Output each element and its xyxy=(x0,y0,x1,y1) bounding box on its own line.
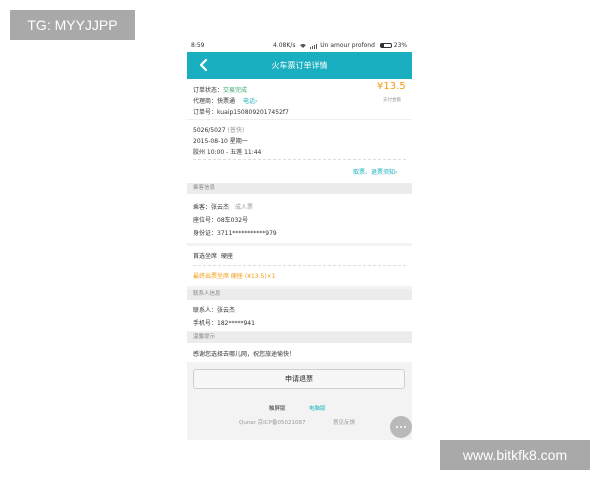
carrier-name: Un amour profond xyxy=(320,42,375,49)
icp-text: Qunar 京ICP备05021087 xyxy=(239,420,306,426)
order-status-row: 订单状态：交易完成 xyxy=(193,85,247,94)
train-row: 5026/5027 (普快) xyxy=(193,125,244,134)
touch-version-link[interactable]: 触屏版 xyxy=(269,404,286,412)
battery-icon xyxy=(379,43,392,48)
network-speed: 4.08K/s xyxy=(273,42,296,49)
seat-row: 座位号：08车032号 xyxy=(193,215,248,224)
seat-card: 首选坐席 硬座 最终出票坐席 硬座 (¥13.5)×1 xyxy=(187,246,412,286)
order-price: ¥13.5 xyxy=(377,81,406,92)
contact-section-title: 联系人信息 xyxy=(193,291,221,297)
order-price-note: 支付金额 xyxy=(383,98,401,103)
agent-row: 代理商：快票通 电话› xyxy=(193,96,257,105)
pc-version-link[interactable]: 电脑版 xyxy=(309,404,326,412)
agent-phone-link[interactable]: 电话› xyxy=(243,98,257,105)
contact-section-header: 联系人信息 xyxy=(187,289,412,300)
passenger-name-label: 乘客： xyxy=(193,204,212,211)
signal-icon xyxy=(310,42,318,49)
header-bar: 火车票订单详情 xyxy=(187,52,412,79)
passenger-section-title: 乘客信息 xyxy=(193,185,216,191)
divider xyxy=(187,119,412,120)
page-title: 火车票订单详情 xyxy=(271,61,328,70)
preferred-seat-row: 首选坐席 硬座 xyxy=(193,251,233,260)
passenger-section-header: 乘客信息 xyxy=(187,183,412,194)
contact-card: 联系人：张云杰 手机号：182*****941 xyxy=(187,300,412,331)
tips-section-title: 温馨提示 xyxy=(193,334,216,340)
tips-text: 感谢您选择去哪儿网，祝您旅途愉快！ xyxy=(193,351,296,358)
contact-phone-value: 182*****941 xyxy=(217,320,255,327)
contact-phone-row: 手机号：182*****941 xyxy=(193,318,255,327)
dot-icon xyxy=(400,426,402,428)
trip-route: 胶州 10:00 - 五莲 11:44 xyxy=(193,149,262,156)
train-type: (普快) xyxy=(227,127,245,134)
order-number-value: kuaip1508092017452f7 xyxy=(217,109,289,116)
final-seat-info: 最终出票坐席 硬座 (¥13.5)×1 xyxy=(193,273,276,280)
train-number: 5026/5027 xyxy=(193,127,226,134)
watermark-bottom-right: www.bitkfk8.com xyxy=(440,440,590,470)
ticket-type: 成人票 xyxy=(234,204,253,211)
id-label: 身份证： xyxy=(193,230,218,237)
status-time: 8:59 xyxy=(191,42,205,49)
order-status-label: 订单状态： xyxy=(193,87,224,94)
contact-name-label: 联系人： xyxy=(193,307,218,314)
watermark-top-left: TG: MYYJJPP xyxy=(10,10,135,40)
phone-screen: 8:59 4.08K/s Un amour profond 23% 火车票订单详… xyxy=(187,38,412,440)
tips-card: 感谢您选择去哪儿网，祝您旅途愉快！ xyxy=(187,343,412,362)
apply-refund-button[interactable]: 申请退票 xyxy=(193,369,405,389)
feedback-link[interactable]: 意见反馈 xyxy=(333,418,355,426)
dot-icon xyxy=(396,426,398,428)
order-number-row: 订单号：kuaip1508092017452f7 xyxy=(193,107,289,116)
contact-name-row: 联系人：张云杰 xyxy=(193,305,235,314)
passenger-card: 乘客：张云杰 成人票 座位号：08车032号 身份证：3711*********… xyxy=(187,194,412,243)
status-right: 4.08K/s Un amour profond 23% xyxy=(273,42,407,49)
contact-name-value: 张云杰 xyxy=(217,307,236,314)
preferred-seat-value: 硬座 xyxy=(220,253,233,260)
seat-value: 08车032号 xyxy=(217,217,249,224)
passenger-name-row: 乘客：张云杰 成人票 xyxy=(193,202,253,211)
order-number-label: 订单号： xyxy=(193,109,218,116)
tips-section-header: 温馨提示 xyxy=(187,332,412,343)
contact-phone-label: 手机号： xyxy=(193,320,218,327)
seat-label: 座位号： xyxy=(193,217,218,224)
passenger-name-value: 张云杰 xyxy=(211,204,230,211)
id-value: 3711***********979 xyxy=(217,230,277,237)
status-bar: 8:59 4.08K/s Un amour profond 23% xyxy=(187,38,412,52)
dashed-divider xyxy=(193,265,406,266)
order-status-value: 交易完成 xyxy=(223,87,248,94)
id-row: 身份证：3711***********979 xyxy=(193,228,277,237)
dot-icon xyxy=(404,426,406,428)
more-menu-button[interactable] xyxy=(390,416,412,438)
trip-date: 2015-08-10 星期一 xyxy=(193,138,248,145)
preferred-seat-label: 首选坐席 xyxy=(193,253,218,260)
agent-label: 代理商： xyxy=(193,98,218,105)
dashed-divider xyxy=(193,159,406,160)
battery-percent: 23% xyxy=(393,42,408,49)
agent-value: 快票通 xyxy=(217,98,236,105)
wifi-icon xyxy=(300,43,307,48)
refund-notice-link[interactable]: 取票、退票须知› xyxy=(353,167,397,176)
